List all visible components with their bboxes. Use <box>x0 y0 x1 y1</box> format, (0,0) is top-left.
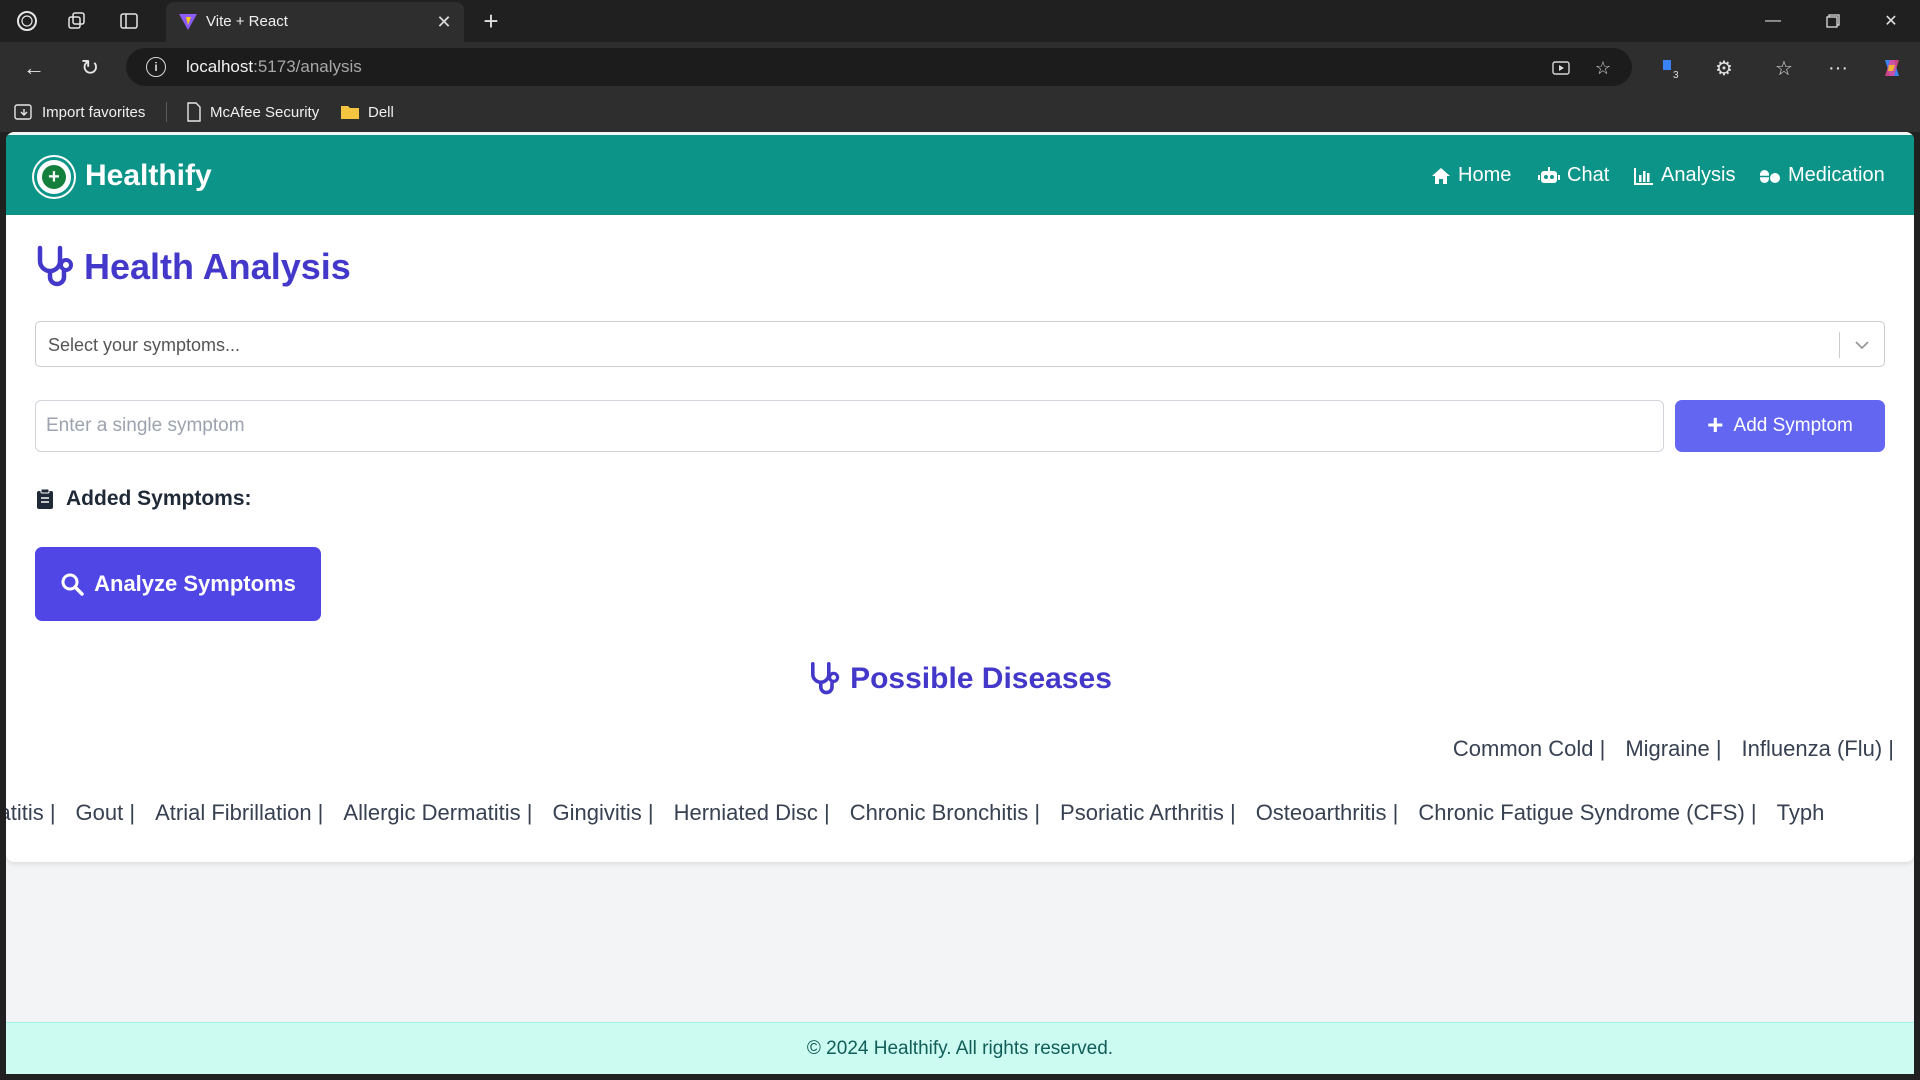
import-icon <box>14 104 32 120</box>
chevron-down-icon[interactable] <box>1850 333 1874 357</box>
nav-home[interactable]: Home <box>1431 164 1511 187</box>
chart-icon <box>1634 167 1653 185</box>
new-tab-icon[interactable]: + <box>476 6 506 36</box>
url-text[interactable]: localhost:5173/analysis <box>186 57 362 77</box>
disease-item: Allergic Dermatitis | <box>343 800 533 825</box>
favorite-label: McAfee Security <box>210 103 320 121</box>
page-icon <box>187 102 201 122</box>
favorite-label: Dell <box>368 103 394 121</box>
symptoms-select[interactable]: Select your symptoms... <box>35 321 1885 367</box>
pills-icon <box>1760 169 1780 183</box>
nav-label: Analysis <box>1661 164 1736 186</box>
read-aloud-icon[interactable] <box>1548 55 1574 81</box>
robot-icon <box>1538 166 1560 183</box>
copilot-icon[interactable] <box>1876 52 1908 84</box>
diseases-row-2: epatitis | Gout | Atrial Fibrillation | … <box>6 800 1885 834</box>
disease-item: Psoriatic Arthritis | <box>1060 800 1236 825</box>
clipboard-icon <box>37 488 53 509</box>
address-bar[interactable]: i localhost:5173/analysis ☆ <box>126 48 1632 86</box>
nav-label: Home <box>1458 164 1512 186</box>
favorite-star-icon[interactable]: ☆ <box>1590 55 1616 81</box>
select-placeholder: Select your symptoms... <box>48 335 241 355</box>
tab-title: Vite + React <box>206 13 288 30</box>
address-bar-row: ← ↻ i localhost:5173/analysis ☆ 3 ⚙ ☆ ··… <box>0 42 1920 92</box>
added-symptoms-label: Added Symptoms: <box>66 487 252 510</box>
tab-bar: Vite + React ✕ + — ✕ <box>0 0 1920 42</box>
tab-actions-icon[interactable] <box>116 8 142 34</box>
stethoscope-icon <box>811 662 840 695</box>
plus-icon: + <box>1707 408 1724 440</box>
page-footer: © 2024 Healthify. All rights reserved. <box>6 1022 1914 1074</box>
select-divider <box>1839 332 1840 358</box>
footer-text: © 2024 Healthify. All rights reserved. <box>806 1037 1114 1059</box>
analyze-symptoms-button[interactable]: Analyze Symptoms <box>35 547 321 621</box>
app-navbar: + Healthify Home Chat Analysis Medicatio… <box>6 135 1914 215</box>
analysis-card: Health Analysis Select your symptoms... … <box>6 215 1914 862</box>
symptom-input[interactable] <box>35 400 1664 452</box>
disease-item: Migraine | <box>1625 736 1722 761</box>
nav-chat[interactable]: Chat <box>1538 164 1609 187</box>
favorites-divider <box>166 102 167 122</box>
close-tab-icon[interactable]: ✕ <box>432 10 456 34</box>
back-icon[interactable]: ← <box>18 52 50 84</box>
disease-item: Typh <box>1776 800 1825 825</box>
page-title: Health Analysis <box>34 245 351 289</box>
extension-badge: 3 <box>1673 70 1679 80</box>
stethoscope-icon <box>37 245 73 287</box>
url-path: :5173/analysis <box>253 57 362 76</box>
added-symptoms-heading: Added Symptoms: <box>36 487 252 511</box>
close-window-icon[interactable]: ✕ <box>1868 6 1914 36</box>
favorite-label: Import favorites <box>42 103 146 121</box>
nav-analysis[interactable]: Analysis <box>1634 164 1735 187</box>
browser-window: Vite + React ✕ + — ✕ ← ↻ i localhost:517… <box>0 0 1920 1080</box>
logo-icon[interactable]: + <box>34 157 74 197</box>
disease-item: Gout | <box>75 800 136 825</box>
possible-diseases-title: Possible Diseases <box>850 662 1112 695</box>
search-icon <box>61 573 84 596</box>
extension-icon[interactable]: 3 <box>1654 52 1686 84</box>
favorite-import[interactable]: Import favorites <box>14 101 145 123</box>
disease-item: Atrial Fibrillation | <box>155 800 324 825</box>
brand-name[interactable]: Healthify <box>85 159 212 193</box>
disease-item: Gingivitis | <box>552 800 654 825</box>
nav-label: Medication <box>1788 164 1885 186</box>
home-icon <box>1432 167 1450 184</box>
favorites-bar: Import favorites McAfee Security Dell <box>0 92 1920 132</box>
disease-item: Herniated Disc | <box>673 800 830 825</box>
more-menu-icon[interactable]: ··· <box>1822 52 1854 84</box>
disease-item: epatitis | <box>6 800 56 825</box>
page-title-text: Health Analysis <box>84 246 351 287</box>
extensions-puzzle-icon[interactable]: ⚙ <box>1708 52 1740 84</box>
add-symptom-label: Add Symptom <box>1733 415 1853 436</box>
restore-icon[interactable] <box>1810 6 1856 36</box>
profile-icon[interactable] <box>14 8 40 34</box>
diseases-row-1: Common Cold | Migraine | Influenza (Flu)… <box>1453 736 1894 762</box>
disease-item: Osteoarthritis | <box>1255 800 1399 825</box>
favorite-dell[interactable]: Dell <box>340 101 394 123</box>
browser-tab[interactable]: Vite + React ✕ <box>166 2 464 42</box>
vite-icon <box>179 14 197 30</box>
url-host: localhost <box>186 57 254 76</box>
nav-label: Chat <box>1567 164 1610 186</box>
folder-icon <box>341 106 359 119</box>
disease-item: Chronic Bronchitis | <box>849 800 1041 825</box>
disease-item: Influenza (Flu) | <box>1741 736 1894 761</box>
nav-medication[interactable]: Medication <box>1759 164 1885 187</box>
disease-item: Common Cold | <box>1452 736 1606 761</box>
favorites-icon[interactable]: ☆ <box>1768 52 1800 84</box>
site-info-icon[interactable]: i <box>146 57 166 77</box>
possible-diseases-heading: Possible Diseases <box>6 661 1914 697</box>
minimize-icon[interactable]: — <box>1750 6 1796 36</box>
workspaces-icon[interactable] <box>64 8 90 34</box>
analyze-symptoms-label: Analyze Symptoms <box>94 571 296 596</box>
refresh-icon[interactable]: ↻ <box>74 52 106 84</box>
favorite-mcafee[interactable]: McAfee Security <box>186 101 319 123</box>
add-symptom-button[interactable]: + Add Symptom <box>1675 400 1885 452</box>
disease-item: Chronic Fatigue Syndrome (CFS) | <box>1418 800 1757 825</box>
page-viewport: + Healthify Home Chat Analysis Medicatio… <box>6 132 1914 1074</box>
